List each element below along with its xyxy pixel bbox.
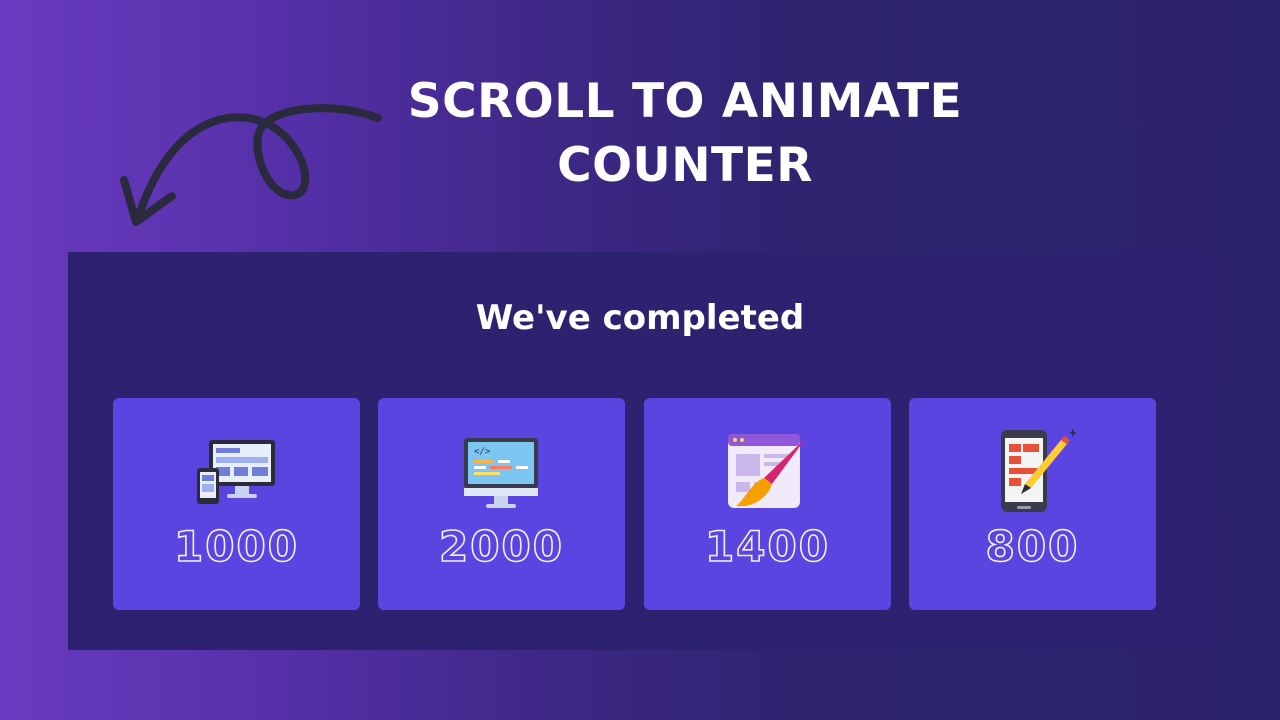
counter-value: 800 — [985, 521, 1080, 572]
svg-text:</>: </> — [474, 447, 491, 457]
counter-card: 800 — [909, 398, 1156, 610]
counter-card: </> 2000 — [378, 398, 625, 610]
responsive-devices-icon — [197, 440, 275, 504]
counter-value: 1400 — [704, 521, 830, 572]
headline-line-1: SCROLL TO ANIMATE — [407, 74, 963, 129]
mobile-design-pen-icon — [1001, 428, 1077, 512]
section-title: We've completed — [475, 298, 805, 338]
counter-value: 1000 — [173, 521, 299, 572]
code-monitor-icon: </> — [464, 438, 538, 508]
headline-line-2: COUNTER — [557, 138, 813, 193]
counter-card: 1400 — [644, 398, 891, 610]
curly-arrow-icon — [120, 104, 382, 226]
web-design-brush-icon — [728, 434, 806, 508]
headline: SCROLL TO ANIMATE COUNTER — [330, 70, 1040, 198]
counter-value: 2000 — [438, 521, 564, 572]
counter-card: 1000 — [113, 398, 360, 610]
